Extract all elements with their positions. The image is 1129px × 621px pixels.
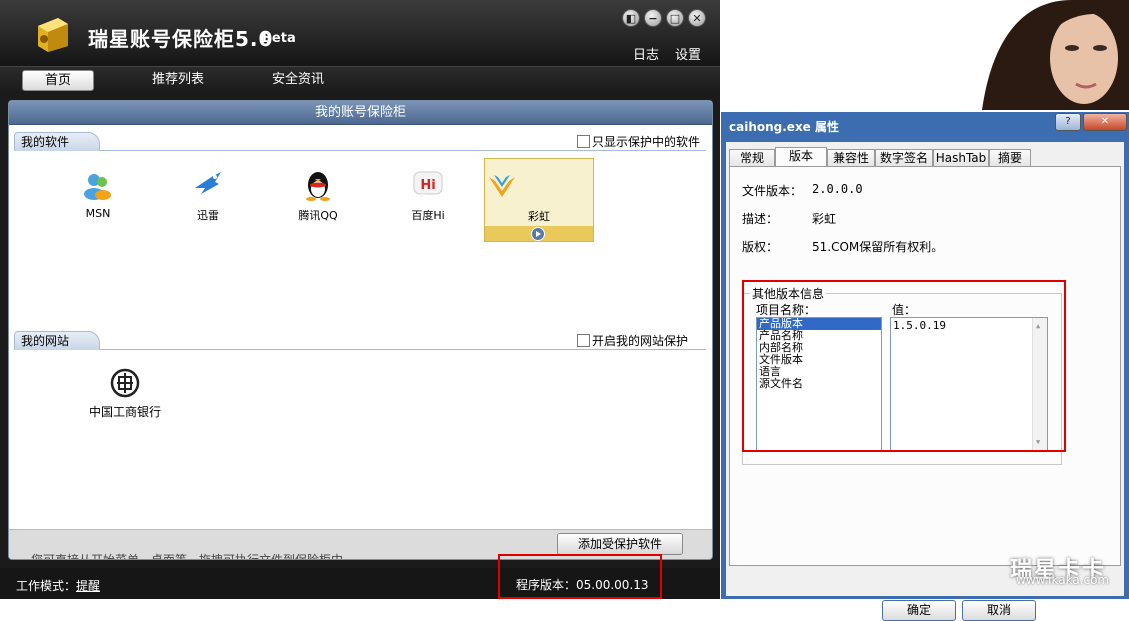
caihong-icon: [489, 175, 515, 197]
software-section-bar: 我的软件 只显示保护中的软件: [14, 132, 706, 151]
website-label: 中国工商银行: [88, 405, 161, 419]
play-icon[interactable]: [531, 227, 545, 241]
tab-version[interactable]: 版本: [775, 147, 827, 168]
description-value: 彩虹: [812, 212, 837, 226]
website-item-icbc[interactable]: 中国工商银行: [85, 368, 165, 420]
minimize-icon[interactable]: −: [644, 9, 662, 27]
baidu-hi-icon: Hi: [413, 171, 443, 200]
copyright-label: 版权：: [742, 240, 779, 254]
woman-photo: [972, 0, 1129, 110]
software-item-caihong-selected[interactable]: 彩虹: [484, 158, 594, 242]
software-item-baidu-hi[interactable]: Hi 百度Hi: [388, 168, 468, 223]
nav-bar: 首页 推荐列表 安全资讯: [0, 66, 720, 93]
close-icon[interactable]: ✕: [688, 9, 706, 27]
copyright-value: 51.COM保留所有权利。: [812, 240, 944, 254]
tab-hashtab[interactable]: HashTab: [933, 149, 989, 167]
website-section-bar: 我的网站 开启我的网站保护: [14, 331, 706, 350]
icbc-icon: [110, 368, 140, 398]
file-version-value: 2.0.0.0: [812, 182, 863, 196]
website-section-tab: 我的网站: [14, 331, 101, 350]
tab-security-news[interactable]: 安全资讯: [258, 70, 338, 89]
highlight-box-version: [498, 554, 662, 599]
dialog-title: caihong.exe 属性: [729, 120, 839, 134]
description-label: 描述：: [742, 212, 779, 226]
software-label: MSN: [85, 207, 111, 220]
tab-compatibility[interactable]: 兼容性: [827, 149, 875, 167]
watermark-url: www.ikaka.com: [1016, 573, 1110, 587]
tab-summary[interactable]: 摘要: [989, 149, 1031, 167]
tab-digital-signature[interactable]: 数字签名: [875, 149, 933, 167]
software-item-msn[interactable]: MSN: [58, 168, 138, 220]
qq-penguin-icon: [306, 172, 330, 201]
show-protected-only-checkbox[interactable]: 只显示保护中的软件: [577, 133, 700, 150]
panel-title: 我的账号保险柜: [9, 101, 712, 125]
woman-portrait-image: [972, 0, 1129, 110]
ok-button[interactable]: 确定: [882, 600, 956, 621]
log-link[interactable]: 日志: [633, 44, 659, 63]
cancel-button[interactable]: 取消: [962, 600, 1036, 621]
app-title: 瑞星账号保险柜5.0: [88, 27, 274, 51]
add-protected-software-button[interactable]: 添加受保护软件: [557, 533, 683, 555]
file-version-label: 文件版本：: [742, 184, 803, 198]
software-label: 百度Hi: [411, 209, 445, 222]
software-label: 彩虹: [528, 210, 550, 223]
software-label: 腾讯QQ: [298, 209, 338, 222]
safe-logo-icon: [38, 18, 68, 52]
software-item-xunlei[interactable]: 迅雷: [168, 168, 248, 223]
xunlei-icon: [195, 172, 221, 194]
work-mode-label: 工作模式：: [16, 579, 77, 593]
vault-panel: 我的账号保险柜 我的软件 只显示保护中的软件 MSN 迅雷 腾讯QQ Hi 百度…: [8, 100, 713, 560]
tab-home[interactable]: 首页: [22, 70, 94, 91]
enable-website-protection-checkbox[interactable]: 开启我的网站保护: [577, 332, 688, 349]
work-mode-link[interactable]: 提醒: [76, 579, 100, 593]
tab-general[interactable]: 常规: [729, 149, 775, 167]
help-icon[interactable]: ?: [1055, 113, 1081, 131]
skin-icon[interactable]: ◧: [622, 9, 640, 27]
highlight-box-version-info: [742, 280, 1066, 452]
checkbox-label: 开启我的网站保护: [592, 334, 689, 348]
svg-text:Hi: Hi: [420, 178, 435, 193]
tab-recommend-list[interactable]: 推荐列表: [138, 70, 218, 89]
checkbox-box[interactable]: [577, 135, 590, 148]
checkbox-box[interactable]: [577, 334, 590, 347]
main-window: 瑞星账号保险柜5.0 Beta ◧ − □ ✕ 日志 设置 首页 推荐列表 安全…: [0, 0, 720, 599]
maximize-icon[interactable]: □: [666, 9, 684, 27]
software-label: 迅雷: [197, 209, 219, 222]
title-bar: 瑞星账号保险柜5.0 Beta ◧ − □ ✕ 日志 设置: [0, 0, 720, 66]
checkbox-label: 只显示保护中的软件: [592, 135, 701, 149]
work-mode: 工作模式：提醒: [16, 577, 100, 594]
software-section-tab: 我的软件: [14, 132, 101, 151]
app-beta-badge: Beta: [262, 31, 296, 46]
software-item-qq[interactable]: 腾讯QQ: [278, 168, 358, 223]
drag-hint-text: 您可直接从开始菜单、桌面等，拖拽可执行文件到保险柜中: [31, 553, 344, 560]
close-icon[interactable]: ✕: [1083, 113, 1127, 131]
play-strip: [485, 226, 593, 241]
msn-icon: [84, 174, 111, 200]
settings-link[interactable]: 设置: [675, 44, 701, 63]
